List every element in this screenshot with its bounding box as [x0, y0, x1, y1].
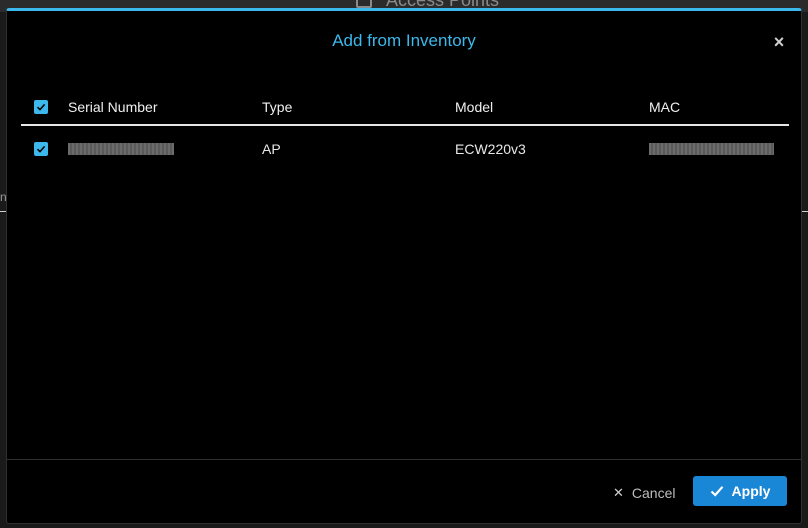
- row-model: ECW220v3: [455, 141, 526, 157]
- inventory-table: Serial Number Type Model MAC AP ECW220v3: [21, 89, 789, 172]
- column-header-mac[interactable]: MAC: [649, 89, 789, 124]
- table-header: Serial Number Type Model MAC: [21, 89, 789, 126]
- dialog-title: Add from Inventory: [332, 31, 476, 50]
- row-type: AP: [262, 141, 281, 157]
- column-header-serial-number[interactable]: Serial Number: [68, 89, 248, 124]
- row-checkbox[interactable]: [34, 142, 48, 156]
- close-icon[interactable]: ×: [771, 33, 787, 51]
- add-from-inventory-dialog: Add from Inventory × Serial Number Type …: [6, 8, 802, 524]
- cancel-label: Cancel: [631, 485, 676, 501]
- close-icon: ✕: [613, 485, 624, 500]
- dialog-footer: ✕ Cancel Apply: [7, 459, 801, 523]
- column-header-type[interactable]: Type: [262, 89, 442, 124]
- apply-button[interactable]: Apply: [693, 476, 787, 506]
- checkmark-icon: [710, 486, 723, 497]
- column-header-model[interactable]: Model: [455, 89, 635, 124]
- cancel-button[interactable]: ✕ Cancel: [613, 479, 676, 507]
- select-all-checkbox[interactable]: [34, 99, 48, 114]
- apply-label: Apply: [731, 483, 771, 499]
- check-icon: [36, 145, 46, 153]
- table-row[interactable]: AP ECW220v3: [21, 126, 789, 172]
- mac-redacted: [649, 143, 774, 155]
- serial-number-redacted: [68, 143, 174, 155]
- check-icon: [36, 103, 46, 111]
- background-checkbox: [356, 0, 372, 8]
